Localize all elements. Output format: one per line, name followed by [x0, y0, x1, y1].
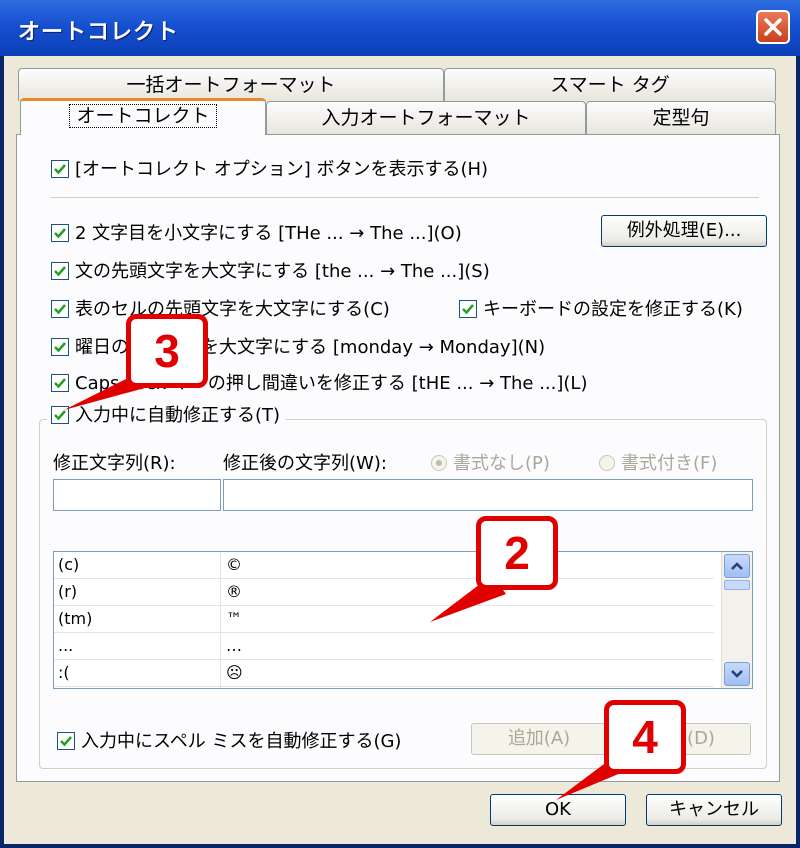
checkmark-icon	[60, 736, 72, 747]
window-title: オートコレクト	[18, 20, 180, 45]
close-icon	[764, 18, 782, 36]
list-item-to: ™	[226, 609, 242, 628]
autocorrect-tab-panel: [オートコレクト オプション] ボタンを表示する(H) 2 文字目を小文字にする…	[16, 134, 780, 782]
callout-marker-4: 4	[604, 700, 686, 774]
keyboard-fix-label: キーボードの設定を修正する(K)	[483, 299, 743, 320]
callout-marker-3: 3	[126, 314, 208, 388]
scroll-up-button[interactable]	[724, 554, 750, 578]
capitalize-table-cell-option[interactable]: 表のセルの先頭文字を大文字にする(C)	[51, 295, 390, 321]
list-item[interactable]: (tm) ™	[54, 606, 714, 633]
capitalize-sentence-label: 文の先頭文字を大文字にする [the ... → The ...](S)	[75, 261, 490, 282]
replace-typing-option[interactable]: 入力中に自動修正する(T)	[47, 401, 287, 427]
replace-typing-checkbox[interactable]	[51, 406, 69, 424]
list-item-from: ...	[58, 636, 74, 655]
cancel-button[interactable]: キャンセル	[646, 794, 782, 826]
plain-text-radio[interactable]: 書式なし(P)	[431, 449, 550, 475]
list-item-to: ☹	[226, 663, 243, 682]
radio-indicator	[599, 455, 615, 471]
ok-button[interactable]: OK	[490, 794, 626, 826]
capitalize-sentence-option[interactable]: 文の先頭文字を大文字にする [the ... → The ...](S)	[51, 257, 490, 283]
replacement-list[interactable]: (c) © (r) ® (tm) ™ ... … :( ☹	[53, 551, 753, 689]
exceptions-button[interactable]: 例外処理(E)...	[601, 215, 767, 247]
list-item-to: …	[226, 636, 242, 655]
list-item-from: (c)	[58, 555, 80, 574]
two-initial-caps-label: 2 文字目を小文字にする [THe ... → The ...](O)	[75, 223, 462, 244]
caps-lock-checkbox[interactable]	[51, 374, 69, 392]
show-options-button-option[interactable]: [オートコレクト オプション] ボタンを表示する(H)	[51, 155, 488, 181]
list-item[interactable]: (r) ®	[54, 579, 714, 606]
checkmark-icon	[54, 164, 66, 175]
chevron-up-icon	[731, 562, 743, 570]
tab-autocorrect-label: オートコレクト	[69, 104, 217, 128]
tab-autocorrect[interactable]: オートコレクト	[20, 98, 266, 135]
scroll-thumb[interactable]	[724, 580, 750, 590]
list-item-from: (tm)	[58, 609, 93, 628]
two-initial-caps-option[interactable]: 2 文字目を小文字にする [THe ... → The ...](O)	[51, 219, 462, 245]
list-item-from: :(	[58, 663, 70, 682]
checkmark-icon	[54, 342, 66, 353]
list-item-to: ©	[226, 555, 242, 574]
checkmark-icon	[54, 266, 66, 277]
list-item[interactable]: :( ☹	[54, 660, 714, 687]
two-initial-caps-checkbox[interactable]	[51, 224, 69, 242]
formatted-text-label: 書式付き(F)	[621, 453, 718, 474]
capitalize-table-cell-label: 表のセルの先頭文字を大文字にする(C)	[75, 299, 390, 320]
keyboard-fix-option[interactable]: キーボードの設定を修正する(K)	[459, 295, 743, 321]
chevron-down-icon	[731, 670, 743, 678]
list-item[interactable]: (c) ©	[54, 552, 714, 579]
replace-label: 修正文字列(R):	[53, 453, 176, 474]
capitalize-days-checkbox[interactable]	[51, 338, 69, 356]
plain-text-label: 書式なし(P)	[453, 453, 550, 474]
list-scrollbar[interactable]	[721, 552, 752, 688]
auto-spell-label: 入力中にスペル ミスを自動修正する(G)	[81, 731, 402, 752]
with-input[interactable]	[223, 479, 753, 511]
radio-indicator	[431, 455, 447, 471]
with-label: 修正後の文字列(W):	[223, 453, 387, 474]
title-bar[interactable]: オートコレクト	[0, 0, 800, 56]
auto-spell-option[interactable]: 入力中にスペル ミスを自動修正する(G)	[57, 727, 401, 753]
list-item[interactable]: ... …	[54, 633, 714, 660]
tab-bulk-autoformat[interactable]: 一括オートフォーマット	[18, 68, 444, 101]
tab-autoformat-as-you-type[interactable]: 入力オートフォーマット	[266, 101, 586, 134]
replace-typing-label: 入力中に自動修正する(T)	[75, 405, 281, 426]
keyboard-fix-checkbox[interactable]	[459, 300, 477, 318]
tab-smart-tags[interactable]: スマート タグ	[444, 68, 776, 101]
close-button[interactable]	[756, 10, 790, 44]
formatted-text-radio[interactable]: 書式付き(F)	[599, 449, 717, 475]
checkmark-icon	[54, 410, 66, 421]
show-options-checkbox[interactable]	[51, 160, 69, 178]
checkmark-icon	[54, 228, 66, 239]
show-options-label: [オートコレクト オプション] ボタンを表示する(H)	[75, 159, 489, 180]
add-button[interactable]: 追加(A)	[471, 723, 607, 755]
replace-input[interactable]	[53, 479, 221, 511]
scroll-down-button[interactable]	[724, 662, 750, 686]
checkmark-icon	[54, 378, 66, 389]
tab-autotext[interactable]: 定型句	[586, 101, 776, 134]
checkmark-icon	[54, 304, 66, 315]
callout-marker-2: 2	[476, 516, 558, 590]
list-item-to: ®	[226, 582, 242, 601]
checkmark-icon	[462, 304, 474, 315]
auto-spell-checkbox[interactable]	[57, 732, 75, 750]
capitalize-table-cell-checkbox[interactable]	[51, 300, 69, 318]
capitalize-sentence-checkbox[interactable]	[51, 262, 69, 280]
list-item-from: (r)	[58, 582, 78, 601]
separator	[51, 197, 759, 198]
